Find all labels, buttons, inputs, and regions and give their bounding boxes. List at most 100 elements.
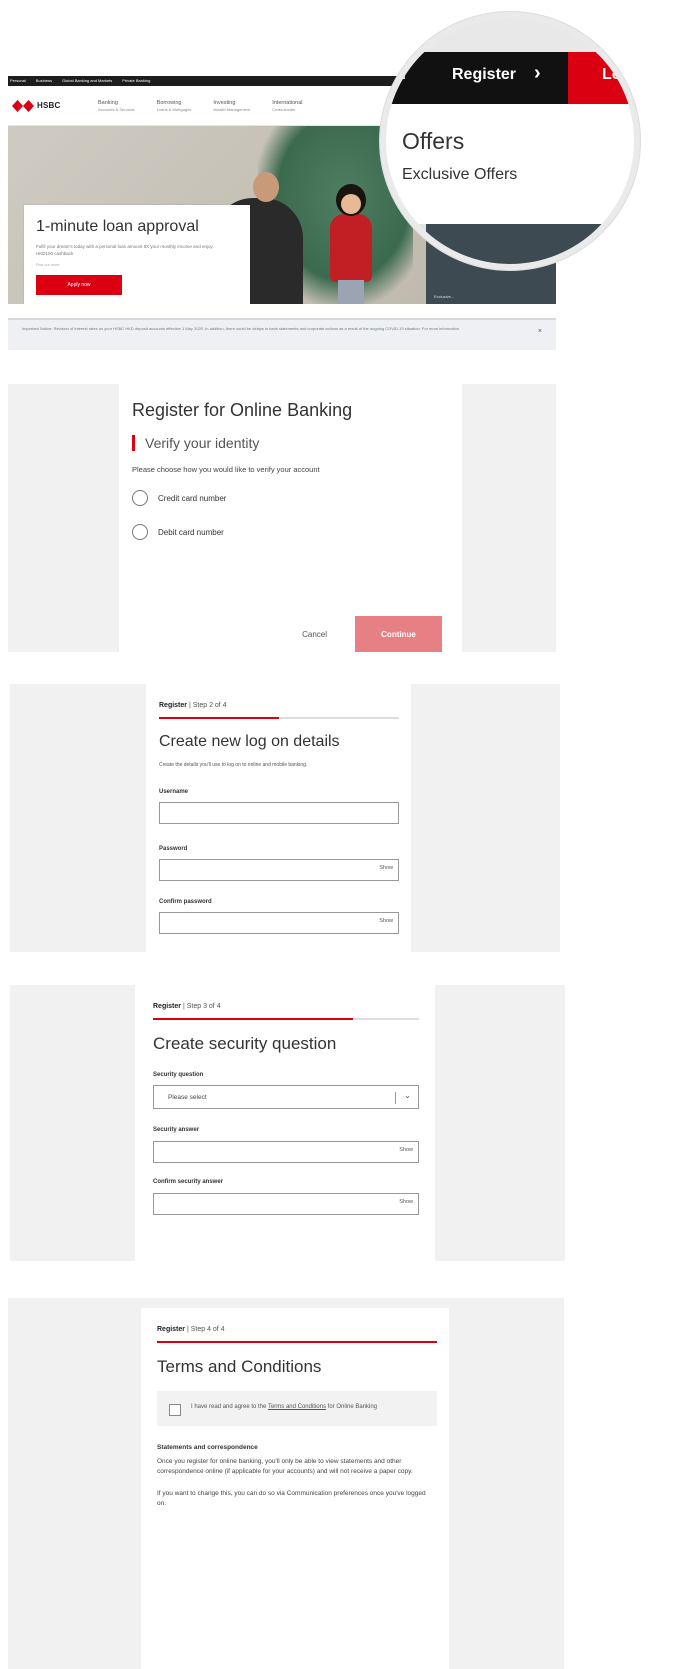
- show-answer-button[interactable]: Show: [399, 1147, 413, 1153]
- topbar-business[interactable]: Business: [36, 76, 52, 86]
- topbar-gbm[interactable]: Global Banking and Markets: [62, 76, 112, 86]
- radio-credit-card[interactable]: [132, 490, 148, 506]
- nav-title: International: [272, 99, 303, 106]
- step-indicator: Register | Step 3 of 4: [153, 1003, 419, 1010]
- search-label-fragment[interactable]: h: [396, 66, 406, 84]
- hexagon-logo-icon: [12, 99, 34, 112]
- confirm-answer-input[interactable]: [153, 1193, 419, 1215]
- loan-find-out-more[interactable]: Find out more: [36, 263, 238, 267]
- terms-screen: Register | Step 4 of 4 Terms and Conditi…: [8, 1298, 564, 1669]
- nav-sub: Loans & Mortgages: [156, 106, 192, 112]
- verify-instructions: Please choose how you would like to veri…: [132, 465, 320, 474]
- zoom-magnifier: h Register › Log Offers Exclusive Offers: [380, 12, 640, 270]
- magnifier-top: [386, 18, 634, 52]
- security-answer-input[interactable]: [153, 1141, 419, 1163]
- confirm-password-field: Show: [159, 912, 399, 934]
- register-link[interactable]: Register: [452, 66, 516, 84]
- security-answer-field: Show: [153, 1141, 419, 1163]
- continue-button[interactable]: Continue: [355, 616, 442, 652]
- option-credit-card[interactable]: Credit card number: [132, 490, 449, 506]
- form-actions: Cancel Continue: [302, 616, 442, 652]
- close-icon[interactable]: ×: [538, 328, 542, 335]
- statements-heading: Statements and correspondence: [157, 1444, 258, 1451]
- terms-pre: I have read and agree to the: [191, 1404, 268, 1410]
- confirm-answer-field: Show: [153, 1193, 419, 1215]
- nav-banking[interactable]: Banking Accounts & Services: [98, 100, 135, 112]
- loan-title: 1-minute loan approval: [36, 218, 199, 235]
- main-nav: Banking Accounts & Services Borrowing Lo…: [98, 100, 303, 112]
- progress-fill: [153, 1018, 353, 1020]
- security-question-label: Security question: [153, 1072, 204, 1078]
- offers-heading[interactable]: Offers: [402, 128, 464, 155]
- create-logon-screen: Register | Step 2 of 4 Create new log on…: [10, 684, 560, 952]
- page-title: Create security question: [153, 1034, 337, 1053]
- security-form: Register | Step 3 of 4 Create security q…: [135, 985, 435, 1261]
- show-password-button[interactable]: Show: [379, 865, 393, 871]
- log-on-button[interactable]: Log: [568, 52, 634, 104]
- nav-sub: Cross-border: [272, 106, 296, 112]
- page-title: Create new log on details: [159, 733, 340, 750]
- step-count: | Step 3 of 4: [182, 1003, 221, 1010]
- security-question-select[interactable]: Please select ⌄: [153, 1085, 419, 1109]
- page-title: Register for Online Banking: [132, 400, 353, 420]
- confirm-answer-label: Confirm security answer: [153, 1179, 224, 1185]
- nav-title: Borrowing: [156, 99, 182, 106]
- username-input[interactable]: [159, 802, 399, 824]
- radio-debit-card[interactable]: [132, 524, 148, 540]
- topbar-private[interactable]: Private Banking: [122, 76, 150, 86]
- magnifier-gray-area: [386, 224, 426, 264]
- nav-investing[interactable]: Investing Wealth Management: [213, 100, 250, 112]
- security-question-screen: Register | Step 3 of 4 Create security q…: [10, 985, 565, 1261]
- step-register: Register: [159, 702, 188, 709]
- option-label: Credit card number: [158, 493, 227, 503]
- statements-paragraph-1: Once you register for online banking, yo…: [157, 1458, 413, 1475]
- password-field: Show: [159, 859, 399, 881]
- progress-bar: [157, 1341, 437, 1343]
- security-answer-label: Security answer: [153, 1127, 200, 1133]
- username-label: Username: [159, 789, 189, 795]
- hero-adult-head: [253, 172, 279, 202]
- logon-form: Register | Step 2 of 4 Create new log on…: [146, 684, 411, 952]
- step-register: Register: [157, 1326, 186, 1333]
- hsbc-logo[interactable]: HSBC: [12, 99, 98, 112]
- chevron-right-icon: ›: [534, 62, 541, 84]
- promo-tile-text: Exclusive...: [434, 294, 455, 299]
- cancel-button[interactable]: Cancel: [302, 630, 327, 639]
- hero-child-legs: [338, 280, 364, 304]
- page-description: Create the details you'll use to log on …: [159, 762, 308, 768]
- terms-checkbox[interactable]: [169, 1404, 181, 1416]
- nav-international[interactable]: International Cross-border: [272, 100, 302, 112]
- apply-now-button[interactable]: Apply now: [36, 275, 122, 295]
- verify-identity-screen: Register for Online Banking Verify your …: [8, 384, 556, 652]
- show-confirm-answer-button[interactable]: Show: [399, 1199, 413, 1205]
- magnifier-header-bar: h Register › Log: [386, 52, 634, 104]
- progress-fill: [157, 1341, 437, 1343]
- password-input[interactable]: [159, 859, 399, 881]
- log-on-label: Log: [602, 66, 632, 83]
- terms-post: for Online Banking: [325, 1404, 378, 1410]
- exclusive-offers-link[interactable]: Exclusive Offers: [402, 166, 517, 184]
- nav-sub: Wealth Management: [213, 106, 251, 112]
- logo-text: HSBC: [37, 101, 61, 110]
- select-divider: [395, 1092, 396, 1104]
- nav-borrowing[interactable]: Borrowing Loans & Mortgages: [157, 100, 192, 112]
- terms-link[interactable]: Terms and Conditions: [268, 1404, 326, 1410]
- step-count: | Step 2 of 4: [188, 702, 227, 709]
- show-confirm-password-button[interactable]: Show: [379, 918, 393, 924]
- progress-bar: [159, 717, 399, 719]
- chevron-down-icon: ⌄: [404, 1091, 411, 1100]
- topbar-personal[interactable]: Personal: [10, 76, 26, 86]
- terms-form: Register | Step 4 of 4 Terms and Conditi…: [141, 1308, 449, 1669]
- terms-label: I have read and agree to the Terms and C…: [191, 1403, 377, 1416]
- step-count: | Step 4 of 4: [186, 1326, 225, 1333]
- confirm-password-input[interactable]: [159, 912, 399, 934]
- nav-title: Banking: [98, 99, 118, 106]
- loan-description: Fulfil your dream's today with a persona…: [36, 244, 213, 256]
- progress-bar: [153, 1018, 419, 1020]
- terms-agreement: I have read and agree to the Terms and C…: [157, 1391, 437, 1426]
- option-label: Debit card number: [158, 527, 224, 537]
- option-debit-card[interactable]: Debit card number: [132, 524, 449, 540]
- password-label: Password: [159, 846, 188, 852]
- nav-sub: Accounts & Services: [98, 106, 135, 112]
- select-placeholder: Please select: [168, 1093, 207, 1101]
